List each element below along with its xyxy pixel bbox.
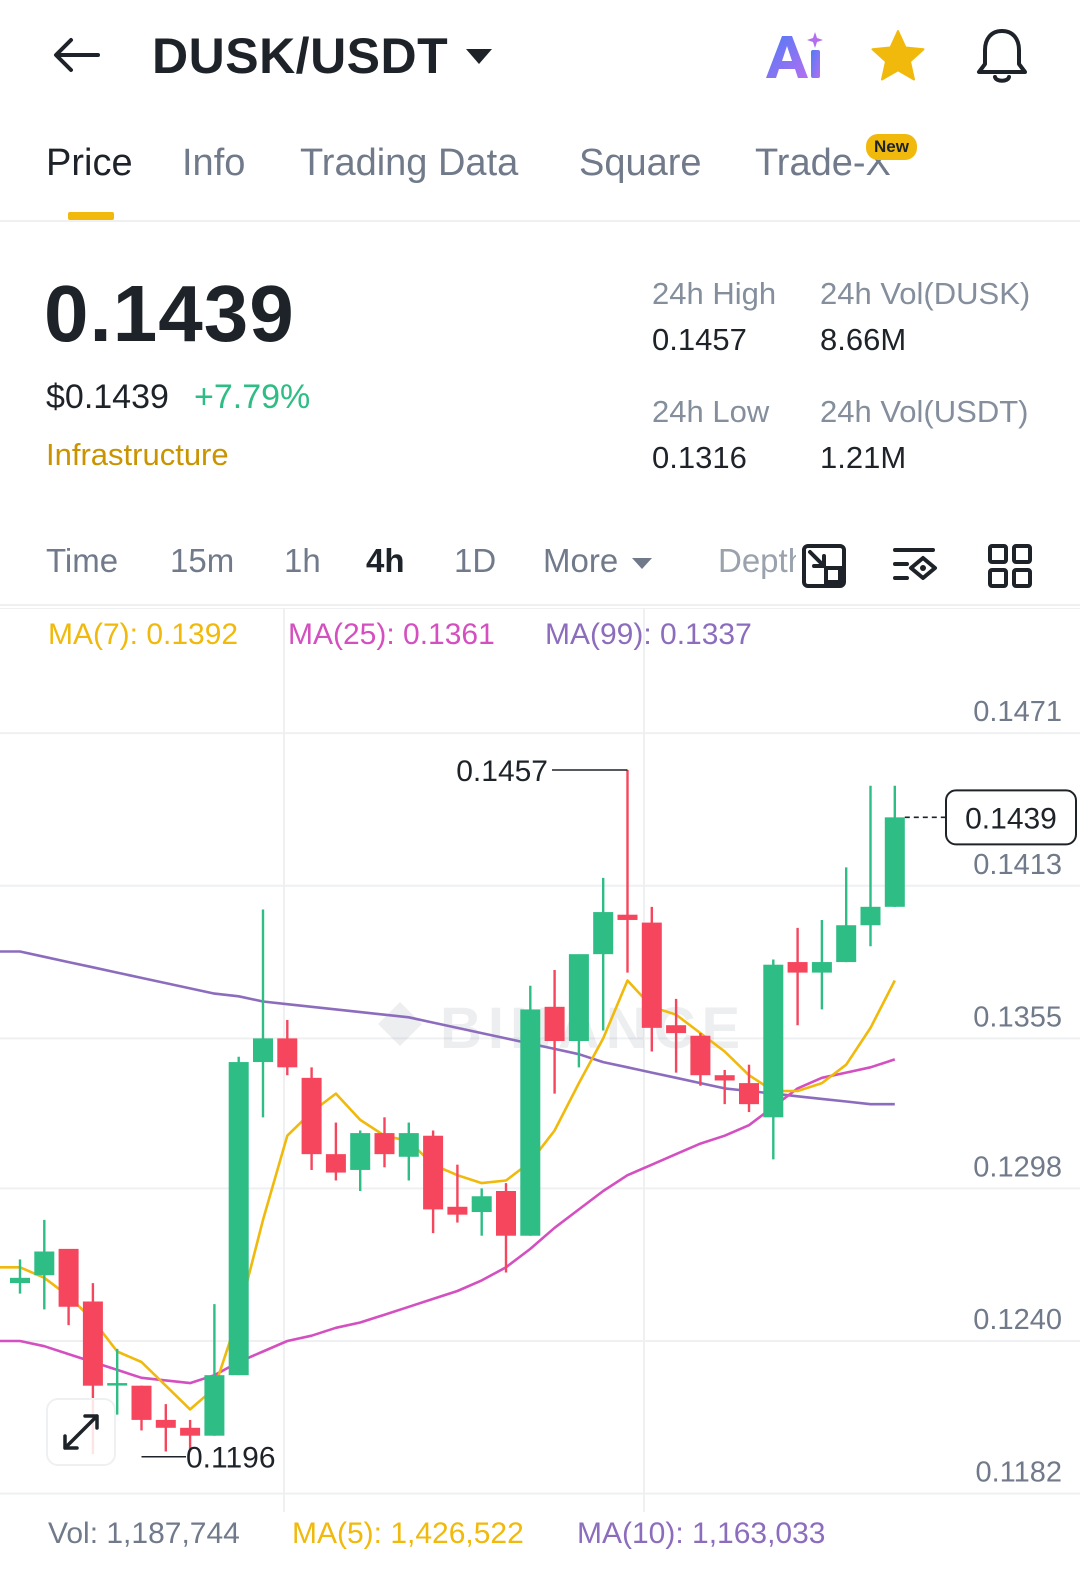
volume-legend: Vol: 1,187,744 [48, 1517, 240, 1550]
candle-body [884, 817, 905, 907]
candle-body [301, 1077, 322, 1155]
vol-quote-value: 1.21M [820, 440, 907, 475]
candle-body [228, 1062, 249, 1376]
back-arrow-icon[interactable] [48, 30, 104, 80]
interval-1h[interactable]: 1h [284, 542, 321, 580]
low-label: 24h Low [652, 394, 770, 429]
candle-body [398, 1133, 419, 1157]
candle-body [763, 964, 784, 1118]
candle-body [714, 1075, 735, 1081]
layout-grid-icon[interactable] [982, 538, 1038, 594]
vol-quote-label: 24h Vol(USDT) [820, 394, 1029, 429]
pair-selector[interactable]: DUSK/USDT [152, 24, 493, 88]
candle-body [180, 1427, 201, 1436]
ai-icon[interactable] [762, 24, 826, 88]
interval-1d[interactable]: 1D [454, 542, 496, 580]
candle-body [496, 1190, 516, 1236]
current-price-label: 0.1439 [965, 802, 1057, 835]
volume-ma5-legend: MA(5): 1,426,522 [292, 1517, 524, 1550]
tab-price[interactable]: Price [46, 142, 133, 185]
interval-15m[interactable]: 15m [170, 542, 234, 580]
candle-body [811, 962, 832, 973]
y-tick-label: 0.1298 [973, 1151, 1062, 1183]
candle-body [520, 1009, 541, 1236]
candle-body [593, 912, 614, 955]
candle-body [666, 1025, 687, 1034]
high-label: 24h High [652, 276, 777, 311]
category-tag[interactable]: Infrastructure [46, 437, 229, 473]
bell-icon[interactable] [970, 24, 1034, 88]
fullscreen-shrink-icon[interactable] [796, 538, 852, 594]
y-tick-label: 0.1240 [973, 1304, 1062, 1336]
main-tabs: Price Info Trading Data Square Trade-X N… [0, 130, 1080, 222]
candle-body [204, 1375, 225, 1436]
top-bar: DUSK/USDT [0, 0, 1080, 112]
low-marker-label: 0.1196 [186, 1442, 276, 1475]
low-value: 0.1316 [652, 440, 747, 475]
candle-body [423, 1135, 444, 1210]
usd-price: $0.1439 [46, 378, 169, 416]
candle-body [471, 1196, 492, 1213]
y-tick-label: 0.1471 [973, 696, 1062, 728]
tab-square[interactable]: Square [579, 142, 702, 185]
active-tab-indicator [68, 212, 114, 220]
candle-body [836, 925, 857, 963]
vol-base-label: 24h Vol(DUSK) [820, 276, 1031, 311]
candle-body [34, 1251, 55, 1276]
more-label: More [543, 542, 619, 579]
interval-time[interactable]: Time [46, 542, 118, 580]
interval-4h[interactable]: 4h [366, 542, 405, 580]
tab-info[interactable]: Info [182, 142, 245, 185]
candle-body [350, 1133, 371, 1170]
y-tick-label: 0.1182 [975, 1457, 1062, 1489]
new-badge: New [866, 134, 917, 160]
candle-body [107, 1383, 128, 1386]
high-value: 0.1457 [652, 322, 747, 357]
interval-bar: Time 15m 1h 4h 1D More Depth [0, 530, 1080, 606]
candle-body [641, 922, 662, 1028]
candle-body [447, 1206, 468, 1215]
candlestick-chart[interactable]: BINANCE 0.14570.11960.1439 0.14710.14130… [0, 608, 1080, 1512]
ma25-line [0, 1058, 896, 1385]
candle-body [277, 1038, 298, 1068]
candle-body [374, 1133, 395, 1155]
candle-body [690, 1035, 711, 1076]
candle-body [155, 1419, 176, 1428]
vol-base-value: 8.66M [820, 322, 907, 357]
candle-body [253, 1038, 273, 1063]
high-marker-label: 0.1457 [456, 755, 548, 788]
candle-body [82, 1301, 103, 1386]
last-price: 0.1439 [44, 269, 295, 358]
candle-body [10, 1277, 30, 1284]
candle-body [131, 1385, 152, 1420]
tab-trading-data[interactable]: Trading Data [300, 142, 518, 185]
caret-down-icon [632, 557, 653, 569]
candle-body [739, 1083, 759, 1105]
candle-body [544, 1006, 565, 1042]
candle-body [617, 914, 638, 920]
candle-body [860, 906, 881, 926]
caret-down-icon [466, 48, 493, 64]
y-tick-label: 0.1355 [973, 1001, 1062, 1033]
candle-body [325, 1154, 346, 1173]
y-tick-label: 0.1413 [973, 849, 1062, 881]
volume-ma10-legend: MA(10): 1,163,033 [577, 1517, 826, 1550]
depth-tab[interactable]: Depth [718, 542, 796, 580]
indicator-settings-icon[interactable] [888, 538, 944, 594]
pair-label: DUSK/USDT [152, 28, 449, 84]
star-icon[interactable] [866, 24, 930, 88]
interval-more[interactable]: More [543, 542, 653, 580]
candle-body [787, 962, 808, 973]
price-change-percent: +7.79% [194, 378, 311, 416]
candle-body [58, 1248, 79, 1307]
candle-body [568, 954, 589, 1042]
expand-chart-icon[interactable] [46, 1398, 116, 1466]
